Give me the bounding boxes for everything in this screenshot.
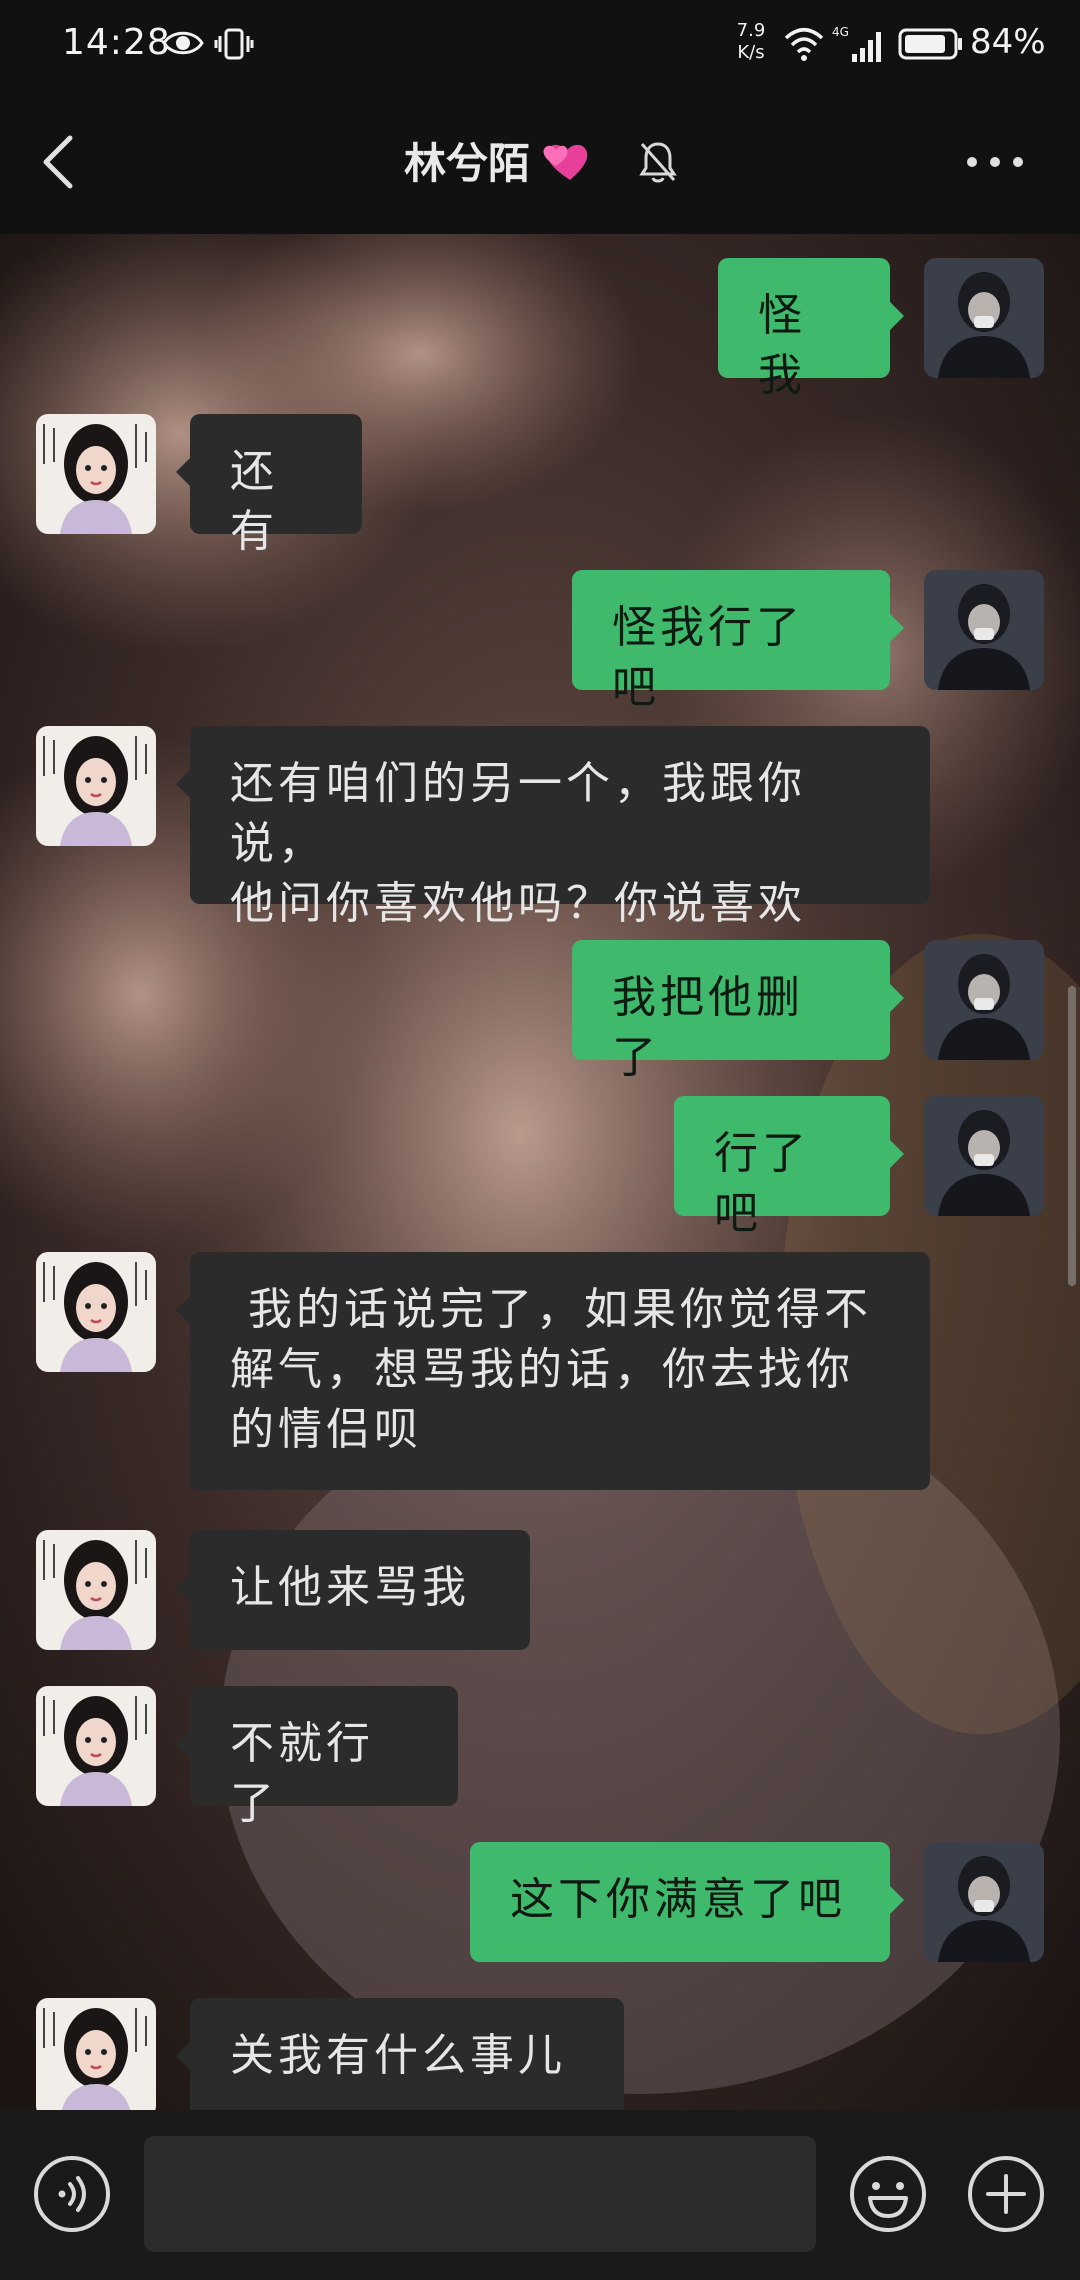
network-speed: 7.9 K/s [728,20,774,64]
network-speed-unit: K/s [737,42,765,63]
battery-percent: 84% [970,22,1046,62]
signal-icon: 4G [832,25,881,62]
hearts-emoji-icon [543,144,588,180]
status-time: 14:28 [62,22,171,63]
plus-icon[interactable] [966,2154,1046,2234]
contact-avatar[interactable] [36,1252,156,1372]
my-avatar[interactable] [924,940,1044,1060]
contact-avatar[interactable] [36,1686,156,1806]
wifi-icon [784,28,824,61]
my-avatar[interactable] [924,1842,1044,1962]
status-bar: 14:28 7.9 K/s 4G 84% [0,0,1080,90]
battery-icon [898,28,962,60]
message-bubble-sent[interactable]: 这下你满意了吧 [470,1842,904,1962]
message-input[interactable] [144,2136,816,2252]
network-speed-value: 7.9 [736,20,766,41]
voice-icon[interactable] [32,2154,112,2234]
chat-messages[interactable]: 怪我 还有 怪我行了吧 还有咱们的另一个，我跟你说， 他问你喜欢他吗？你说喜欢 … [0,234,1080,2110]
my-avatar[interactable] [924,570,1044,690]
message-bubble-received[interactable]: 关我有什么事儿 [176,1998,624,2110]
more-dots-icon[interactable] [960,140,1030,184]
scrollbar[interactable] [1068,986,1076,1286]
mute-bell-icon [639,142,677,183]
message-bubble-received[interactable]: 让他来骂我 [176,1530,530,1650]
message-bubble-received[interactable]: 还有 [176,414,362,557]
message-bubble-received[interactable]: 我的话说完了，如果你觉得不 解气，想骂我的话，你去找你 的情侣呗 [176,1252,930,1490]
contact-avatar[interactable] [36,726,156,846]
message-bubble-sent[interactable]: 怪我行了吧 [572,570,904,713]
my-avatar[interactable] [924,258,1044,378]
chat-title[interactable]: 林兮陌 [404,128,592,192]
chat-header: 林兮陌 [0,90,1080,234]
eye-icon [162,31,204,55]
message-bubble-sent[interactable]: 怪我 [718,258,904,401]
vibrate-icon [214,28,254,60]
contact-name: 林兮陌 [404,138,531,188]
chat-screen: 14:28 7.9 K/s 4G 84% 林兮陌 怪我 还有 怪我行了吧 还有咱… [0,0,1080,2280]
chat-background-image [0,234,1080,2110]
network-type: 4G [832,25,849,39]
message-bubble-sent[interactable]: 我把他删了 [572,940,904,1083]
input-bar [0,2110,1080,2280]
contact-avatar[interactable] [36,1530,156,1650]
message-bubble-received[interactable]: 还有咱们的另一个，我跟你说， 他问你喜欢他吗？你说喜欢 [176,726,930,929]
message-bubble-received[interactable]: 不就行了 [176,1686,458,1829]
contact-avatar[interactable] [36,1998,156,2110]
back-arrow-icon[interactable] [30,130,90,194]
message-bubble-sent[interactable]: 行了吧 [674,1096,904,1239]
my-avatar[interactable] [924,1096,1044,1216]
contact-avatar[interactable] [36,414,156,534]
emoji-icon[interactable] [848,2154,928,2234]
